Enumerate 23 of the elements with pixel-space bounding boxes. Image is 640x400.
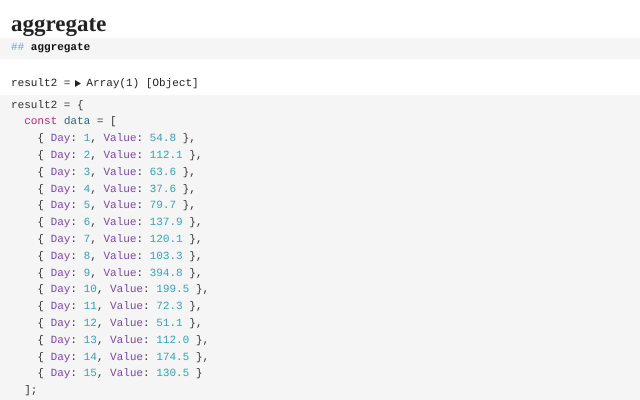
code-line: { Day: 7, Value: 120.1 }, bbox=[36, 233, 202, 248]
code-line: { Day: 9, Value: 394.8 }, bbox=[36, 266, 202, 282]
code-line: { Day: 6, Value: 137.9 }, bbox=[36, 216, 202, 232]
code-line: { Day: 8, Value: 103.3 }, bbox=[36, 250, 202, 265]
code-line: { Day: 2, Value: 112.1 }, bbox=[36, 149, 202, 164]
code-line: result2 = { bbox=[11, 98, 84, 114]
code-line: { Day: 4, Value: 37.6 }, bbox=[36, 182, 196, 198]
code-line: { Day: 12, Value: 51.1 }, bbox=[36, 317, 202, 332]
page-title: aggregate bbox=[11, 10, 106, 38]
code-line: { Day: 5, Value: 79.7 }, bbox=[36, 199, 196, 214]
code-line: { Day: 11, Value: 72.3 }, bbox=[36, 300, 202, 316]
code-line: { Day: 1, Value: 54.8 }, bbox=[36, 132, 196, 148]
output-name: result2 = bbox=[11, 76, 70, 92]
markdown-line: ## aggregate bbox=[11, 41, 90, 56]
output-value[interactable]: Array(1) [Object] bbox=[86, 76, 199, 92]
code-line: { Day: 15, Value: 130.5 } bbox=[36, 367, 202, 382]
code-line: const data = [ bbox=[23, 115, 117, 130]
code-line: { Day: 14, Value: 174.5 }, bbox=[36, 350, 210, 366]
code-line: { Day: 10, Value: 199.5 }, bbox=[36, 283, 210, 298]
code-line: { Day: 13, Value: 112.0 }, bbox=[36, 334, 210, 349]
code-line: ]; bbox=[23, 384, 38, 400]
code-line: { Day: 3, Value: 63.6 }, bbox=[36, 166, 196, 181]
expand-triangle-icon[interactable] bbox=[75, 80, 82, 88]
